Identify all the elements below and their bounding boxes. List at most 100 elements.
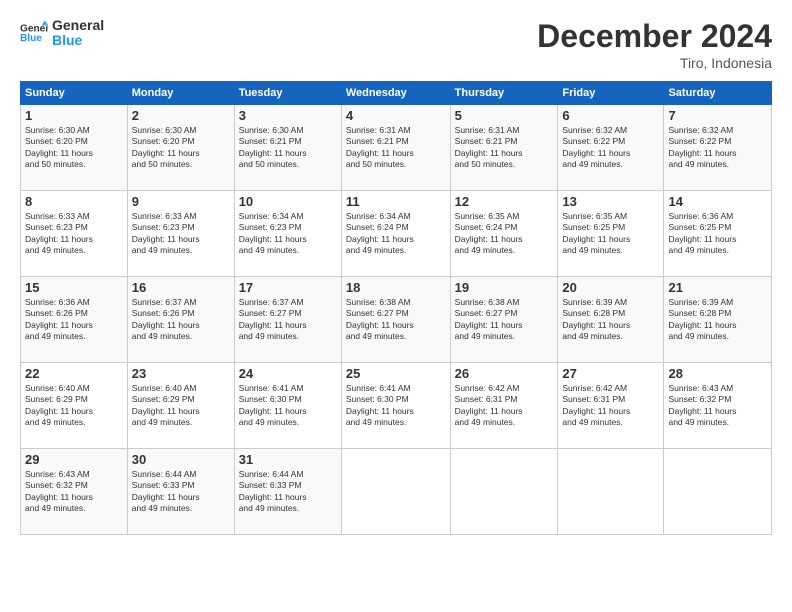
day-number: 2 <box>132 108 230 123</box>
day-number: 31 <box>239 452 337 467</box>
week-row-2: 8 Sunrise: 6:33 AMSunset: 6:23 PMDayligh… <box>21 191 772 277</box>
title-section: December 2024 Tiro, Indonesia <box>537 18 772 71</box>
cell-week3-day1: 16 Sunrise: 6:37 AMSunset: 6:26 PMDaylig… <box>127 277 234 363</box>
day-detail: Sunrise: 6:41 AMSunset: 6:30 PMDaylight:… <box>346 383 414 427</box>
month-title: December 2024 <box>537 18 772 55</box>
day-detail: Sunrise: 6:33 AMSunset: 6:23 PMDaylight:… <box>132 211 200 255</box>
day-number: 24 <box>239 366 337 381</box>
cell-week2-day2: 10 Sunrise: 6:34 AMSunset: 6:23 PMDaylig… <box>234 191 341 277</box>
day-detail: Sunrise: 6:39 AMSunset: 6:28 PMDaylight:… <box>562 297 630 341</box>
cell-week1-day3: 4 Sunrise: 6:31 AMSunset: 6:21 PMDayligh… <box>341 105 450 191</box>
day-number: 7 <box>668 108 767 123</box>
cell-week2-day1: 9 Sunrise: 6:33 AMSunset: 6:23 PMDayligh… <box>127 191 234 277</box>
svg-text:Blue: Blue <box>20 33 42 44</box>
day-number: 17 <box>239 280 337 295</box>
logo-general: General <box>52 18 104 33</box>
cell-week3-day4: 19 Sunrise: 6:38 AMSunset: 6:27 PMDaylig… <box>450 277 558 363</box>
day-detail: Sunrise: 6:30 AMSunset: 6:21 PMDaylight:… <box>239 125 307 169</box>
day-detail: Sunrise: 6:31 AMSunset: 6:21 PMDaylight:… <box>455 125 523 169</box>
col-thursday: Thursday <box>450 82 558 105</box>
day-detail: Sunrise: 6:44 AMSunset: 6:33 PMDaylight:… <box>239 469 307 513</box>
day-number: 4 <box>346 108 446 123</box>
day-number: 15 <box>25 280 123 295</box>
day-detail: Sunrise: 6:30 AMSunset: 6:20 PMDaylight:… <box>132 125 200 169</box>
col-sunday: Sunday <box>21 82 128 105</box>
cell-week4-day0: 22 Sunrise: 6:40 AMSunset: 6:29 PMDaylig… <box>21 363 128 449</box>
day-detail: Sunrise: 6:40 AMSunset: 6:29 PMDaylight:… <box>132 383 200 427</box>
day-number: 13 <box>562 194 659 209</box>
day-number: 1 <box>25 108 123 123</box>
cell-week2-day4: 12 Sunrise: 6:35 AMSunset: 6:24 PMDaylig… <box>450 191 558 277</box>
day-number: 9 <box>132 194 230 209</box>
day-detail: Sunrise: 6:30 AMSunset: 6:20 PMDaylight:… <box>25 125 93 169</box>
day-number: 11 <box>346 194 446 209</box>
cell-week2-day6: 14 Sunrise: 6:36 AMSunset: 6:25 PMDaylig… <box>664 191 772 277</box>
day-detail: Sunrise: 6:35 AMSunset: 6:24 PMDaylight:… <box>455 211 523 255</box>
day-number: 14 <box>668 194 767 209</box>
day-number: 8 <box>25 194 123 209</box>
day-detail: Sunrise: 6:38 AMSunset: 6:27 PMDaylight:… <box>455 297 523 341</box>
col-friday: Friday <box>558 82 664 105</box>
col-tuesday: Tuesday <box>234 82 341 105</box>
cell-week4-day5: 27 Sunrise: 6:42 AMSunset: 6:31 PMDaylig… <box>558 363 664 449</box>
day-detail: Sunrise: 6:32 AMSunset: 6:22 PMDaylight:… <box>562 125 630 169</box>
cell-week3-day2: 17 Sunrise: 6:37 AMSunset: 6:27 PMDaylig… <box>234 277 341 363</box>
day-number: 29 <box>25 452 123 467</box>
day-detail: Sunrise: 6:32 AMSunset: 6:22 PMDaylight:… <box>668 125 736 169</box>
day-number: 27 <box>562 366 659 381</box>
cell-week1-day2: 3 Sunrise: 6:30 AMSunset: 6:21 PMDayligh… <box>234 105 341 191</box>
cell-week3-day0: 15 Sunrise: 6:36 AMSunset: 6:26 PMDaylig… <box>21 277 128 363</box>
logo-icon: General Blue <box>20 19 48 47</box>
cell-week1-day4: 5 Sunrise: 6:31 AMSunset: 6:21 PMDayligh… <box>450 105 558 191</box>
cell-week5-day5 <box>558 449 664 535</box>
day-number: 6 <box>562 108 659 123</box>
calendar-table: Sunday Monday Tuesday Wednesday Thursday… <box>20 81 772 535</box>
cell-week4-day2: 24 Sunrise: 6:41 AMSunset: 6:30 PMDaylig… <box>234 363 341 449</box>
day-number: 16 <box>132 280 230 295</box>
day-number: 23 <box>132 366 230 381</box>
cell-week5-day0: 29 Sunrise: 6:43 AMSunset: 6:32 PMDaylig… <box>21 449 128 535</box>
col-monday: Monday <box>127 82 234 105</box>
day-detail: Sunrise: 6:34 AMSunset: 6:23 PMDaylight:… <box>239 211 307 255</box>
day-detail: Sunrise: 6:31 AMSunset: 6:21 PMDaylight:… <box>346 125 414 169</box>
day-number: 20 <box>562 280 659 295</box>
day-detail: Sunrise: 6:41 AMSunset: 6:30 PMDaylight:… <box>239 383 307 427</box>
day-number: 30 <box>132 452 230 467</box>
day-number: 19 <box>455 280 554 295</box>
day-number: 28 <box>668 366 767 381</box>
col-wednesday: Wednesday <box>341 82 450 105</box>
day-detail: Sunrise: 6:38 AMSunset: 6:27 PMDaylight:… <box>346 297 414 341</box>
cell-week4-day6: 28 Sunrise: 6:43 AMSunset: 6:32 PMDaylig… <box>664 363 772 449</box>
day-number: 12 <box>455 194 554 209</box>
day-detail: Sunrise: 6:37 AMSunset: 6:26 PMDaylight:… <box>132 297 200 341</box>
header-row: Sunday Monday Tuesday Wednesday Thursday… <box>21 82 772 105</box>
day-detail: Sunrise: 6:36 AMSunset: 6:26 PMDaylight:… <box>25 297 93 341</box>
day-number: 18 <box>346 280 446 295</box>
day-detail: Sunrise: 6:44 AMSunset: 6:33 PMDaylight:… <box>132 469 200 513</box>
header: General Blue General Blue December 2024 … <box>20 18 772 71</box>
day-detail: Sunrise: 6:43 AMSunset: 6:32 PMDaylight:… <box>25 469 93 513</box>
cell-week1-day6: 7 Sunrise: 6:32 AMSunset: 6:22 PMDayligh… <box>664 105 772 191</box>
day-number: 26 <box>455 366 554 381</box>
logo-blue: Blue <box>52 33 104 48</box>
day-detail: Sunrise: 6:36 AMSunset: 6:25 PMDaylight:… <box>668 211 736 255</box>
cell-week4-day4: 26 Sunrise: 6:42 AMSunset: 6:31 PMDaylig… <box>450 363 558 449</box>
cell-week2-day0: 8 Sunrise: 6:33 AMSunset: 6:23 PMDayligh… <box>21 191 128 277</box>
day-number: 21 <box>668 280 767 295</box>
cell-week1-day1: 2 Sunrise: 6:30 AMSunset: 6:20 PMDayligh… <box>127 105 234 191</box>
cell-week2-day3: 11 Sunrise: 6:34 AMSunset: 6:24 PMDaylig… <box>341 191 450 277</box>
day-detail: Sunrise: 6:37 AMSunset: 6:27 PMDaylight:… <box>239 297 307 341</box>
week-row-5: 29 Sunrise: 6:43 AMSunset: 6:32 PMDaylig… <box>21 449 772 535</box>
day-detail: Sunrise: 6:43 AMSunset: 6:32 PMDaylight:… <box>668 383 736 427</box>
day-detail: Sunrise: 6:42 AMSunset: 6:31 PMDaylight:… <box>562 383 630 427</box>
week-row-1: 1 Sunrise: 6:30 AMSunset: 6:20 PMDayligh… <box>21 105 772 191</box>
col-saturday: Saturday <box>664 82 772 105</box>
day-detail: Sunrise: 6:39 AMSunset: 6:28 PMDaylight:… <box>668 297 736 341</box>
cell-week5-day2: 31 Sunrise: 6:44 AMSunset: 6:33 PMDaylig… <box>234 449 341 535</box>
day-number: 25 <box>346 366 446 381</box>
day-detail: Sunrise: 6:34 AMSunset: 6:24 PMDaylight:… <box>346 211 414 255</box>
day-number: 5 <box>455 108 554 123</box>
cell-week3-day5: 20 Sunrise: 6:39 AMSunset: 6:28 PMDaylig… <box>558 277 664 363</box>
cell-week5-day4 <box>450 449 558 535</box>
location: Tiro, Indonesia <box>537 55 772 71</box>
